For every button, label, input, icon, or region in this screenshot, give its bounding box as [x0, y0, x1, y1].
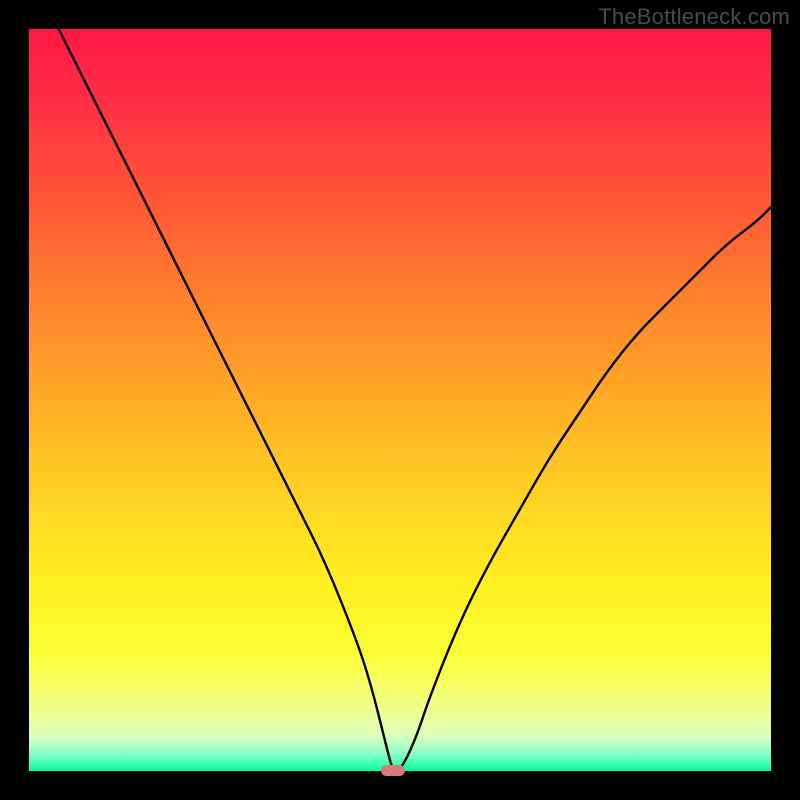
chart-stage: TheBottleneck.com — [0, 0, 800, 800]
curve-svg — [29, 29, 771, 771]
plot-area — [29, 29, 771, 771]
sweet-spot-marker — [381, 765, 405, 776]
bottleneck-curve — [29, 29, 771, 771]
watermark-text: TheBottleneck.com — [598, 4, 790, 30]
